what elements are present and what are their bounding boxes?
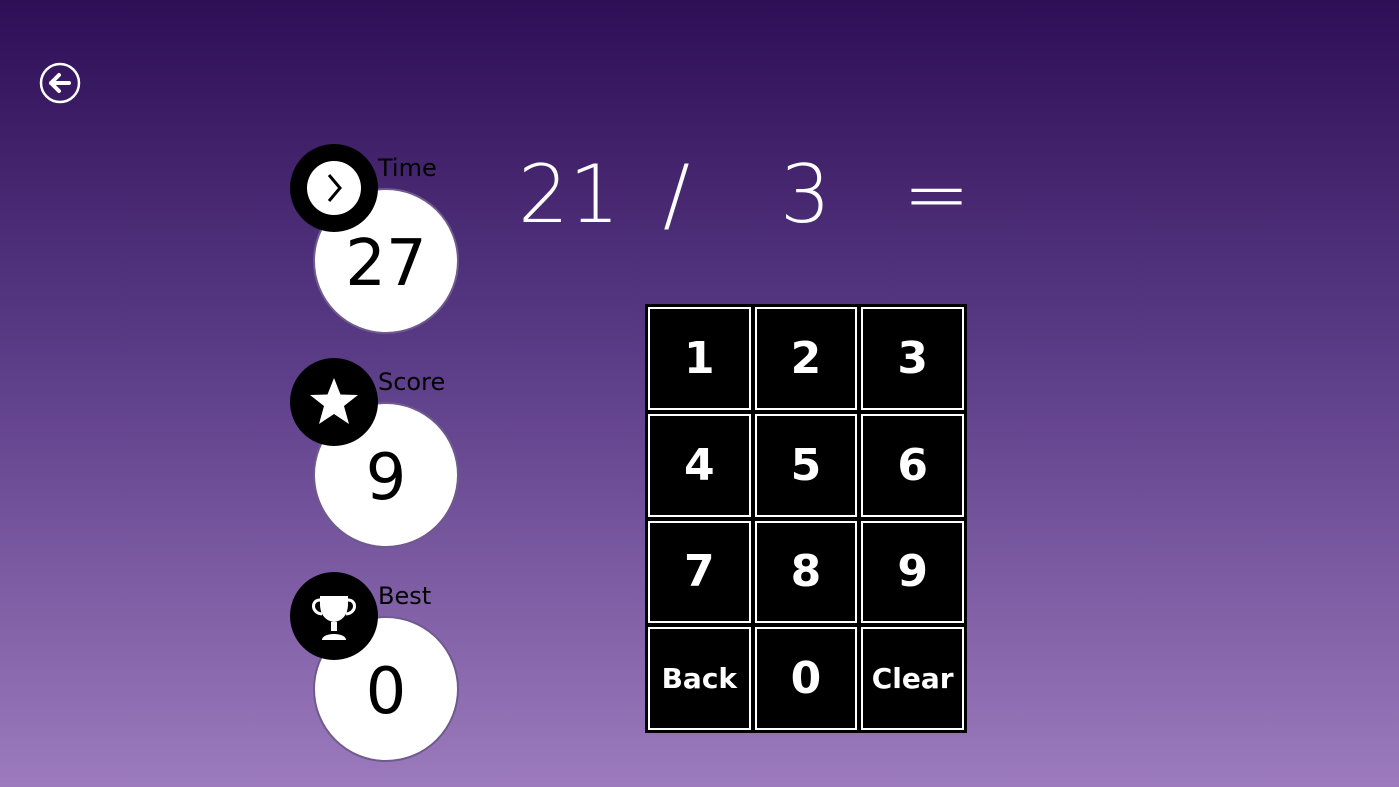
arrow-left-circle-icon [39,62,81,104]
key-5[interactable]: 5 [754,413,858,517]
score-badge [290,358,378,446]
keypad: 1 2 3 4 5 6 7 8 9 Back 0 Clear [645,304,967,733]
key-7[interactable]: 7 [648,520,751,624]
time-value: 27 [345,227,427,301]
score-label: Score [378,368,446,396]
equation-equals: = [903,148,971,241]
best-stat: 0 Best [290,572,470,772]
key-2[interactable]: 2 [754,307,858,410]
key-1[interactable]: 1 [648,307,751,410]
score-value: 9 [365,441,407,515]
star-icon [310,378,358,424]
trophy-icon [312,596,356,640]
chevron-right-clock-icon [307,161,361,215]
best-badge [290,572,378,660]
key-3[interactable]: 3 [861,307,964,410]
back-button[interactable] [39,62,81,104]
best-label: Best [378,582,432,610]
key-4[interactable]: 4 [648,413,751,517]
equation-right-operand: 3 [780,148,831,241]
time-stat: 27 Time [290,144,470,344]
time-label: Time [378,154,437,182]
back-key[interactable]: Back [648,627,751,730]
equation-operator: / [663,148,690,241]
time-badge [290,144,378,232]
best-value: 0 [365,655,407,729]
clear-key[interactable]: Clear [861,627,964,730]
key-9[interactable]: 9 [861,520,964,624]
equation-left-operand: 21 [518,148,620,241]
key-0[interactable]: 0 [754,627,858,730]
key-8[interactable]: 8 [754,520,858,624]
score-stat: 9 Score [290,358,470,558]
key-6[interactable]: 6 [861,413,964,517]
